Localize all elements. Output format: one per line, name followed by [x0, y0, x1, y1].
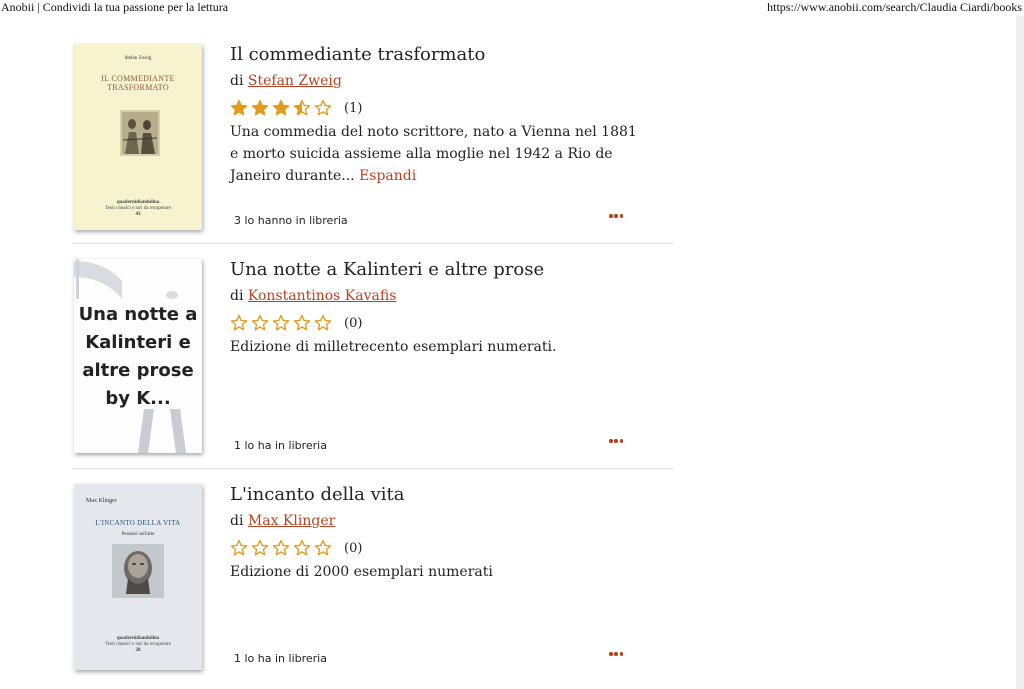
- book-result-item: Max Klinger L'INCANTO DELLA VITA Pensier…: [72, 484, 674, 674]
- cover-subtitle: Pensieri sull'arte: [121, 532, 155, 537]
- star-empty-icon: [272, 539, 290, 556]
- book-info: L'incanto della vita di Max Klinger (0) …: [230, 484, 640, 583]
- star-empty-icon: [314, 539, 332, 556]
- book-description: Una commedia del noto scrittore, nato a …: [230, 121, 640, 187]
- library-count: 1 lo ha in libreria: [234, 652, 327, 665]
- rating-count: (0): [344, 315, 363, 331]
- description-text: Edizione di 2000 esemplari numerati: [230, 564, 493, 580]
- book-description: Edizione di 2000 esemplari numerati: [230, 561, 640, 583]
- cover-author: Max Klinger: [86, 498, 117, 504]
- star-rating: [230, 539, 335, 557]
- cover-portrait: [112, 544, 164, 598]
- star-empty-icon: [314, 314, 332, 331]
- book-author-line: di Max Klinger: [230, 512, 640, 530]
- dot-icon: [614, 439, 618, 443]
- more-options-button[interactable]: [609, 439, 623, 443]
- by-label: di: [230, 288, 244, 304]
- more-options-button[interactable]: [609, 652, 623, 656]
- book-info: Il commediante trasformato di Stefan Zwe…: [230, 44, 640, 187]
- rating-count: (1): [344, 100, 363, 116]
- book-title[interactable]: L'incanto della vita: [230, 484, 640, 506]
- star-empty-icon: [272, 314, 290, 331]
- library-count: 3 lo hanno in libreria: [234, 214, 348, 227]
- dot-icon: [614, 652, 618, 656]
- star-empty-icon: [251, 539, 269, 556]
- rating: (0): [230, 538, 640, 558]
- book-cover[interactable]: Una notte a Kalinteri e altre prose by K…: [74, 259, 202, 453]
- author-link[interactable]: Stefan Zweig: [248, 73, 342, 89]
- book-title[interactable]: Una notte a Kalinteri e altre prose: [230, 259, 640, 281]
- cover-illustration: [120, 110, 160, 156]
- print-page-url: https://www.anobii.com/search/Claudia Ci…: [767, 0, 1022, 14]
- star-empty-icon: [293, 539, 311, 556]
- library-count: 1 lo ha in libreria: [234, 439, 327, 452]
- expand-link[interactable]: Espandi: [359, 168, 416, 184]
- author-link[interactable]: Konstantinos Kavafis: [248, 288, 396, 304]
- book-author-line: di Konstantinos Kavafis: [230, 287, 640, 305]
- dot-icon: [619, 439, 623, 443]
- star-empty-icon: [230, 539, 248, 556]
- print-page-title: Anobii | Condividi la tua passione per l…: [1, 0, 229, 14]
- description-text: Edizione di milletrecento esemplari nume…: [230, 339, 557, 355]
- dot-icon: [609, 214, 613, 218]
- dot-icon: [609, 652, 613, 656]
- cover-title-line: IL COMMEDIANTE: [101, 74, 175, 83]
- dot-icon: [619, 652, 623, 656]
- cover-publisher: quadernidiandulina Testi classici e rari…: [105, 200, 171, 217]
- star-filled-icon: [251, 99, 269, 116]
- book-cover[interactable]: Max Klinger L'INCANTO DELLA VITA Pensier…: [74, 484, 202, 670]
- cover-publisher: quadernidiandulina Testi classici e rari…: [105, 636, 171, 653]
- book-result-item: Stefan Zweig IL COMMEDIANTE TRASFORMATO …: [72, 44, 674, 244]
- book-title[interactable]: Il commediante trasformato: [230, 44, 640, 66]
- cover-title-line: TRASFORMATO: [107, 83, 169, 92]
- star-filled-icon: [230, 99, 248, 116]
- more-options-button[interactable]: [609, 214, 623, 218]
- rating: (1): [230, 98, 640, 118]
- star-empty-icon: [230, 314, 248, 331]
- rating: (0): [230, 313, 640, 333]
- by-label: di: [230, 73, 244, 89]
- star-empty-icon: [293, 314, 311, 331]
- star-rating: [230, 314, 335, 332]
- description-text: Una commedia del noto scrittore, nato a …: [230, 124, 637, 184]
- author-link[interactable]: Max Klinger: [248, 513, 335, 529]
- book-description: Edizione di milletrecento esemplari nume…: [230, 336, 640, 358]
- book-info: Una notte a Kalinteri e altre prose di K…: [230, 259, 640, 358]
- cover-author: Stefan Zweig: [124, 56, 152, 61]
- book-cover[interactable]: Stefan Zweig IL COMMEDIANTE TRASFORMATO …: [74, 44, 202, 230]
- star-empty-icon: [251, 314, 269, 331]
- dot-icon: [619, 214, 623, 218]
- star-rating: [230, 99, 335, 117]
- star-filled-icon: [272, 99, 290, 116]
- rating-count: (0): [344, 540, 363, 556]
- scrollbar-track[interactable]: [1016, 16, 1024, 689]
- star-half-icon: [293, 99, 311, 116]
- dot-icon: [614, 214, 618, 218]
- cover-placeholder-title: Una notte a Kalinteri e altre prose by K…: [78, 304, 198, 409]
- print-header: Anobii | Condividi la tua passione per l…: [0, 0, 1024, 16]
- book-author-line: di Stefan Zweig: [230, 72, 640, 90]
- star-empty-icon: [314, 99, 332, 116]
- cover-title: L'INCANTO DELLA VITA: [95, 519, 181, 527]
- book-result-item: Una notte a Kalinteri e altre prose by K…: [72, 259, 674, 469]
- by-label: di: [230, 513, 244, 529]
- dot-icon: [609, 439, 613, 443]
